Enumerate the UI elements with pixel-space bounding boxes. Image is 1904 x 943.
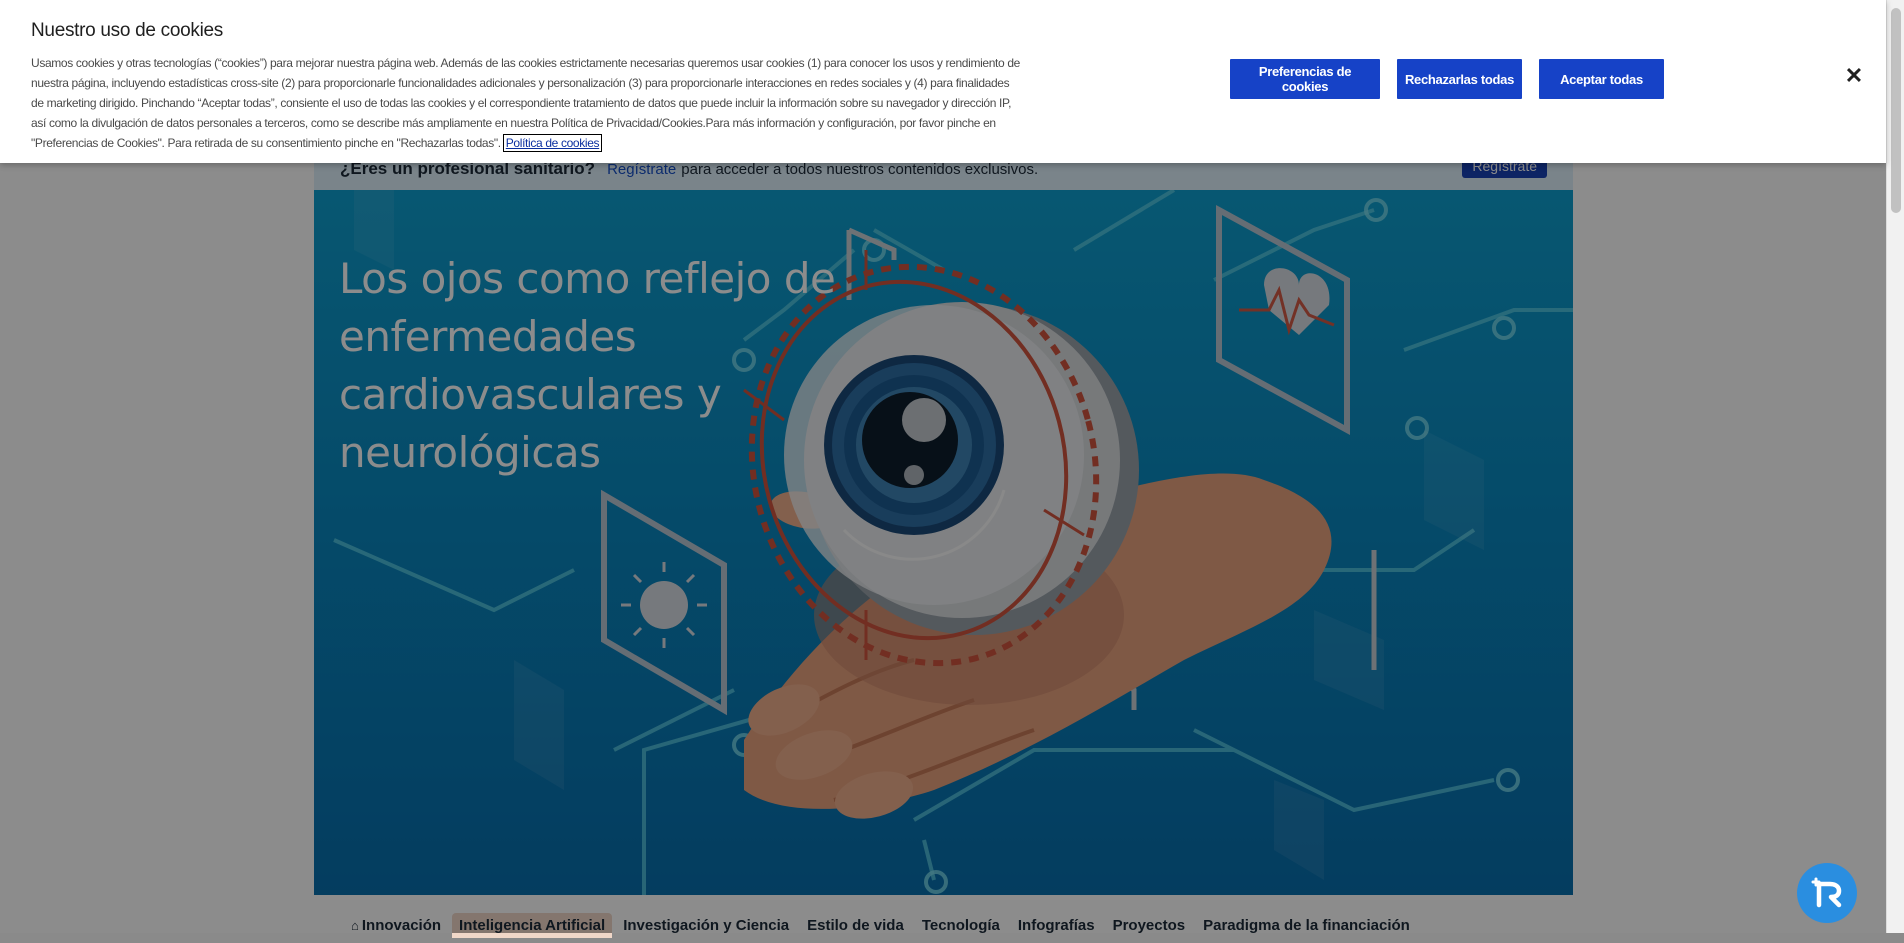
cookie-description: Usamos cookies y otras tecnologías (“coo… (31, 53, 1021, 153)
scrollbar-thumb[interactable] (1891, 8, 1901, 213)
cookie-title: Nuestro uso de cookies (31, 20, 223, 41)
reject-all-button[interactable]: Rechazarlas todas (1397, 59, 1522, 99)
cookie-policy-link[interactable]: Política de cookies (502, 134, 603, 152)
cookie-banner: Nuestro uso de cookies Usamos cookies y … (0, 0, 1886, 163)
cookie-preferences-button[interactable]: Preferencias de cookies (1230, 59, 1380, 99)
assistant-icon (1811, 877, 1842, 908)
accept-all-button[interactable]: Aceptar todas (1539, 59, 1664, 99)
close-icon[interactable]: ✕ (1843, 65, 1865, 87)
chat-assistant-button[interactable] (1797, 863, 1857, 923)
scrollbar[interactable] (1886, 0, 1904, 933)
